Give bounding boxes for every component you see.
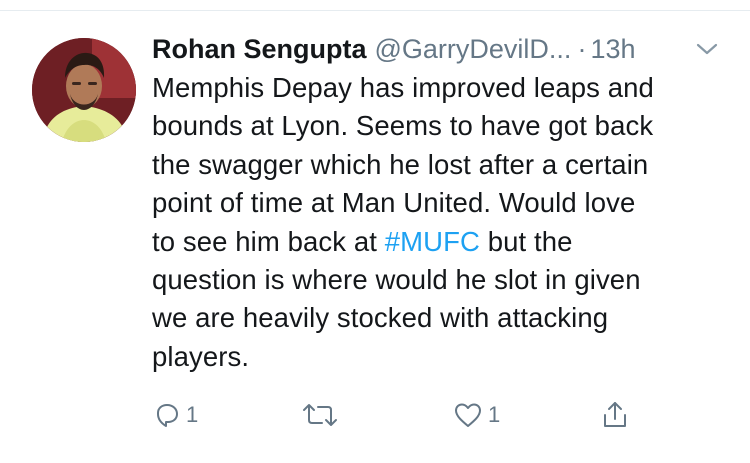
timestamp[interactable]: 13h bbox=[590, 30, 635, 68]
retweet-icon bbox=[300, 400, 340, 430]
tweet-text: Memphis Depay has improved leaps and bou… bbox=[152, 69, 727, 376]
text-segment: but the bbox=[479, 225, 573, 257]
tweet[interactable]: Rohan Sengupta @GarryDevilD... · 13h Mem… bbox=[0, 0, 750, 463]
tweet-text-line: we are heavily stocked with attacking bbox=[152, 302, 609, 334]
tweet-text-line: to see him back at #MUFC but the bbox=[152, 223, 727, 261]
heart-icon bbox=[452, 400, 484, 430]
author-handle[interactable]: @GarryDevilD... bbox=[375, 30, 572, 68]
chevron-down-icon[interactable] bbox=[695, 40, 719, 58]
avatar[interactable] bbox=[32, 38, 136, 142]
like-button[interactable]: 1 bbox=[452, 395, 500, 435]
tweet-text-line: question is where would he slot in given bbox=[152, 264, 641, 296]
avatar-image bbox=[32, 38, 136, 142]
author-name[interactable]: Rohan Sengupta bbox=[152, 30, 367, 68]
tweet-text-line: the swagger which he lost after a certai… bbox=[152, 148, 649, 180]
tweet-text-line: players. bbox=[152, 340, 250, 372]
text-segment: to see him back at bbox=[152, 225, 385, 257]
reply-icon bbox=[152, 400, 182, 430]
tweet-header: Rohan Sengupta @GarryDevilD... · 13h bbox=[152, 30, 732, 68]
tweet-text-line: point of time at Man United. Would love bbox=[152, 187, 636, 219]
reply-button[interactable]: 1 bbox=[152, 395, 198, 435]
reply-count: 1 bbox=[186, 402, 199, 427]
separator-dot: · bbox=[577, 34, 587, 64]
retweet-button[interactable] bbox=[300, 395, 340, 435]
tweet-text-line: bounds at Lyon. Seems to have got back bbox=[152, 110, 654, 142]
action-bar: 1 1 bbox=[0, 395, 750, 435]
share-icon bbox=[600, 399, 630, 431]
share-button[interactable] bbox=[600, 395, 630, 435]
hashtag-link[interactable]: #MUFC bbox=[385, 226, 480, 257]
tweet-text-line: Memphis Depay has improved leaps and bbox=[152, 72, 654, 103]
like-count: 1 bbox=[488, 402, 501, 427]
